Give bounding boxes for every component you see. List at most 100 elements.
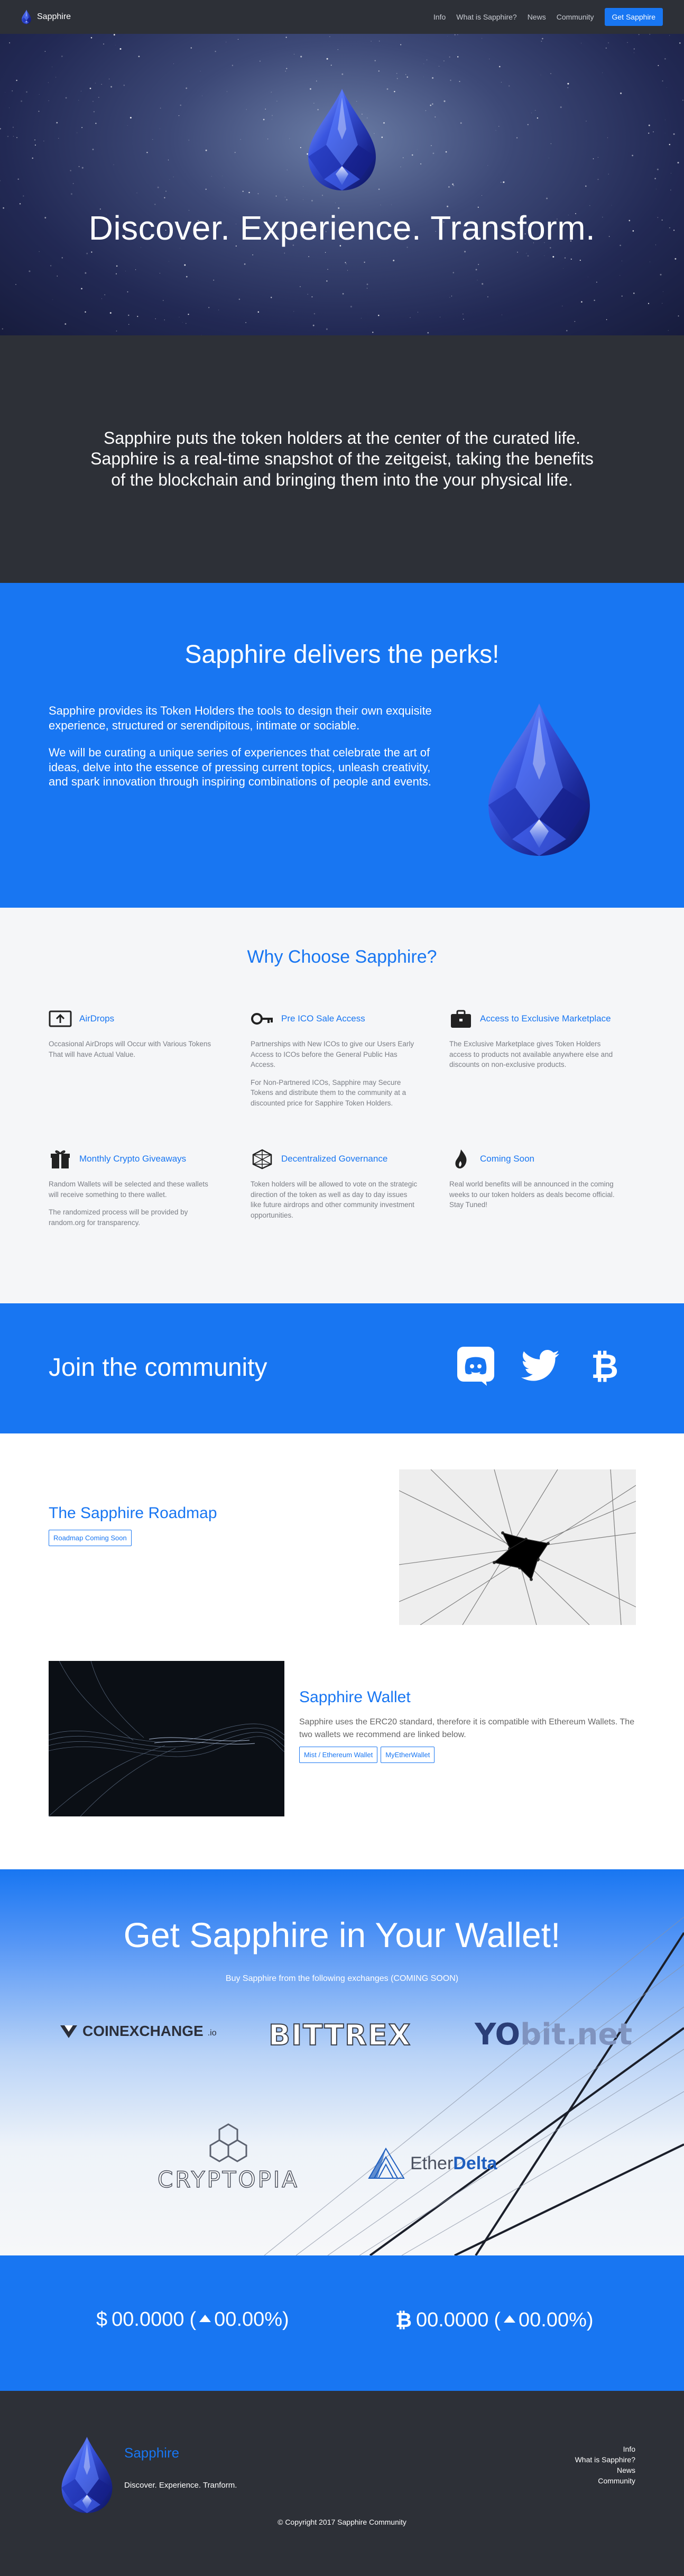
discord-icon[interactable] — [449, 1339, 502, 1392]
yobit-yo-text: YO — [475, 2017, 521, 2052]
star — [487, 165, 488, 166]
nav-link-info[interactable]: Info — [433, 13, 446, 21]
get-sapphire-button[interactable]: Get Sapphire — [604, 8, 663, 26]
feature-title: Pre ICO Sale Access — [281, 1013, 365, 1024]
star — [86, 252, 88, 254]
star — [85, 311, 86, 313]
why-title: Why Choose Sapphire? — [247, 947, 437, 967]
star — [93, 101, 94, 102]
nav-link-community[interactable]: Community — [557, 13, 594, 21]
star — [430, 104, 432, 106]
star — [326, 328, 328, 330]
usd-value: 00.0000 — [112, 2308, 184, 2331]
star — [248, 191, 250, 194]
perks-section: Sapphire delivers the perks! Sapphire pr… — [0, 583, 684, 908]
footer-tagline: Discover. Experience. Tranform. — [124, 2481, 237, 2490]
coinexchange-logo[interactable]: COINEXCHANGE .io — [59, 2023, 217, 2040]
feature-desc: Token holders will be allowed to vote on… — [251, 1180, 418, 1219]
star — [517, 251, 518, 253]
star — [443, 60, 445, 62]
star — [621, 295, 623, 297]
star — [286, 68, 288, 69]
star — [405, 74, 406, 75]
star — [325, 252, 326, 253]
star — [12, 90, 13, 92]
star — [516, 137, 518, 139]
feature-desc: Partnerships with New ICOs to give our U… — [251, 1040, 414, 1069]
star — [366, 284, 368, 285]
star — [565, 257, 566, 259]
star — [16, 137, 18, 139]
bitcoin-icon[interactable]: ₿ — [578, 1339, 631, 1392]
star — [662, 80, 663, 82]
star — [81, 167, 84, 169]
star — [81, 127, 82, 128]
star — [393, 260, 395, 261]
footer-brand[interactable]: Sapphire — [124, 2445, 179, 2461]
feature-title: Monthly Crypto Giveaways — [79, 1154, 187, 1164]
star — [160, 107, 161, 109]
star — [316, 80, 317, 82]
star — [34, 139, 35, 141]
star — [313, 313, 316, 315]
bittrex-logo[interactable]: BITTREX — [268, 2018, 411, 2052]
star — [152, 139, 153, 140]
footer-link-info[interactable]: Info — [575, 2444, 635, 2454]
star — [435, 116, 436, 117]
star — [432, 152, 435, 154]
star — [400, 44, 402, 45]
roadmap-wallet-section: The Sapphire Roadmap Roadmap Coming Soon — [0, 1433, 684, 1869]
star — [660, 273, 662, 276]
yobit-logo[interactable]: YO bit.net — [475, 2017, 632, 2052]
etherdelta-logo[interactable]: Ether Delta — [367, 2146, 497, 2180]
star — [657, 168, 659, 170]
star — [184, 264, 186, 266]
cryptopia-logo[interactable]: CRYPTOPIA — [157, 2123, 299, 2193]
feature-title: Access to Exclusive Marketplace — [480, 1013, 611, 1024]
star — [39, 94, 40, 95]
btc-symbol: ₿ — [395, 2308, 412, 2332]
star — [271, 115, 273, 116]
nav-link-news[interactable]: News — [528, 13, 546, 21]
roadmap-button[interactable]: Roadmap Coming Soon — [49, 1530, 132, 1546]
star — [410, 317, 411, 318]
star — [345, 262, 346, 263]
star — [658, 65, 659, 66]
myetherwallet-button[interactable]: MyEtherWallet — [381, 1747, 435, 1763]
exchanges-title: Get Sapphire in Your Wallet! — [123, 1915, 561, 1954]
star — [115, 273, 117, 275]
star — [61, 257, 63, 259]
star — [78, 100, 79, 101]
star — [109, 312, 112, 314]
star — [180, 104, 181, 106]
star — [560, 106, 562, 108]
star — [423, 63, 424, 65]
star — [276, 101, 278, 102]
footer-link-what-is-sapphire[interactable]: What is Sapphire? — [575, 2454, 635, 2465]
star — [574, 321, 576, 322]
star — [570, 258, 572, 260]
star — [581, 301, 583, 303]
star — [57, 276, 58, 277]
footer: Sapphire Discover. Experience. Tranform.… — [0, 2391, 684, 2576]
footer-link-news[interactable]: News — [575, 2465, 635, 2475]
btc-change: 00.00%) — [519, 2309, 594, 2331]
star — [498, 66, 501, 68]
star — [186, 87, 188, 89]
star — [211, 176, 212, 177]
star — [119, 48, 122, 50]
network-icon — [252, 1149, 272, 1170]
star — [606, 319, 607, 321]
mist-ethereum-wallet-button[interactable]: Mist / Ethereum Wallet — [299, 1747, 378, 1763]
star — [154, 204, 156, 205]
twitter-icon[interactable] — [514, 1339, 567, 1392]
network-graph-image — [399, 1469, 636, 1625]
nav-link-what-is-sapphire[interactable]: What is Sapphire? — [456, 13, 516, 21]
star — [123, 84, 125, 86]
star — [128, 324, 130, 325]
hero-title: Discover. Experience. Transform. — [88, 209, 596, 247]
footer-link-community[interactable]: Community — [575, 2475, 635, 2486]
brand[interactable]: Sapphire — [21, 10, 71, 24]
star — [477, 206, 479, 208]
star — [127, 125, 128, 126]
